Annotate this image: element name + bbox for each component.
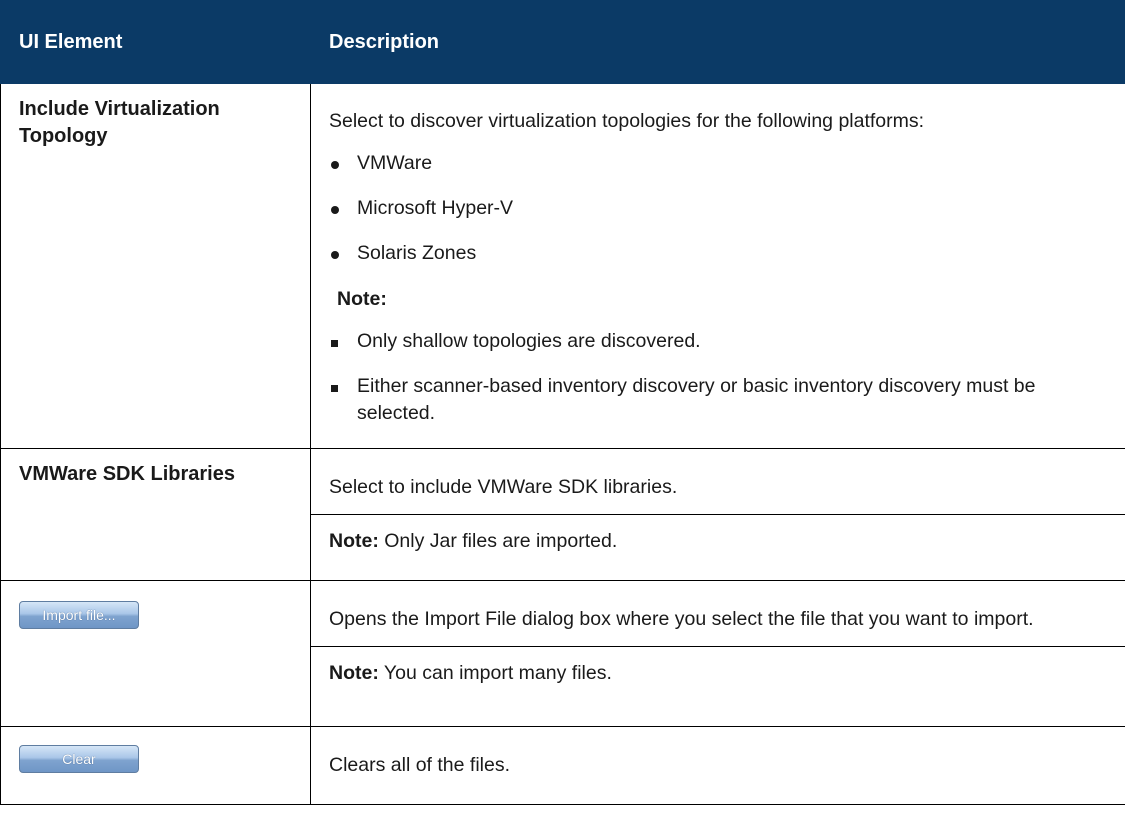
header-ui-element: UI Element	[0, 0, 311, 84]
description-cell: Select to include VMWare SDK libraries. …	[310, 448, 1125, 581]
note-text: Note: Only Jar files are imported.	[329, 515, 1113, 568]
note-body: Only Jar files are imported.	[378, 530, 618, 552]
list-item: Microsoft Hyper-V	[329, 186, 1113, 231]
description-text: Select to discover virtualization topolo…	[329, 110, 925, 132]
element-include-virtualization-topology: Include Virtualization Topology	[0, 83, 311, 449]
ui-element-table: UI Element Description Include Virtualiz…	[0, 0, 1125, 805]
platform-list: VMWare Microsoft Hyper-V Solaris Zones	[329, 141, 1113, 276]
list-item: Either scanner-based inventory discovery…	[329, 364, 1113, 436]
description-text: Select to include VMWare SDK libraries.	[329, 476, 678, 498]
list-item: VMWare	[329, 141, 1113, 186]
table-row: Import file... Opens the Import File dia…	[0, 580, 1125, 727]
table-header-row: UI Element Description	[0, 0, 1125, 84]
list-item: Solaris Zones	[329, 231, 1113, 276]
description-text: Opens the Import File dialog box where y…	[329, 608, 1034, 630]
note-label: Note:	[329, 530, 379, 552]
note-list: Only shallow topologies are discovered. …	[329, 319, 1113, 436]
list-item: Only shallow topologies are discovered.	[329, 319, 1113, 364]
element-vmware-sdk-libraries: VMWare SDK Libraries	[0, 448, 311, 581]
table-row: Include Virtualization Topology Select t…	[0, 83, 1125, 449]
element-cell: Import file...	[0, 580, 311, 727]
element-cell: Clear	[0, 726, 311, 805]
table-row: VMWare SDK Libraries Select to include V…	[0, 448, 1125, 581]
header-description: Description	[310, 0, 1125, 84]
description-text: Clears all of the files.	[329, 754, 510, 776]
note-label: Note:	[337, 288, 387, 310]
note-label: Note:	[329, 662, 379, 684]
import-file-button[interactable]: Import file...	[19, 601, 139, 629]
description-cell: Clears all of the files.	[310, 726, 1125, 805]
description-cell: Opens the Import File dialog box where y…	[310, 580, 1125, 727]
clear-button[interactable]: Clear	[19, 745, 139, 773]
note-body: You can import many files.	[378, 662, 612, 684]
table-row: Clear Clears all of the files.	[0, 726, 1125, 805]
description-cell: Select to discover virtualization topolo…	[310, 83, 1125, 449]
note-text: Note: You can import many files.	[329, 647, 1113, 700]
